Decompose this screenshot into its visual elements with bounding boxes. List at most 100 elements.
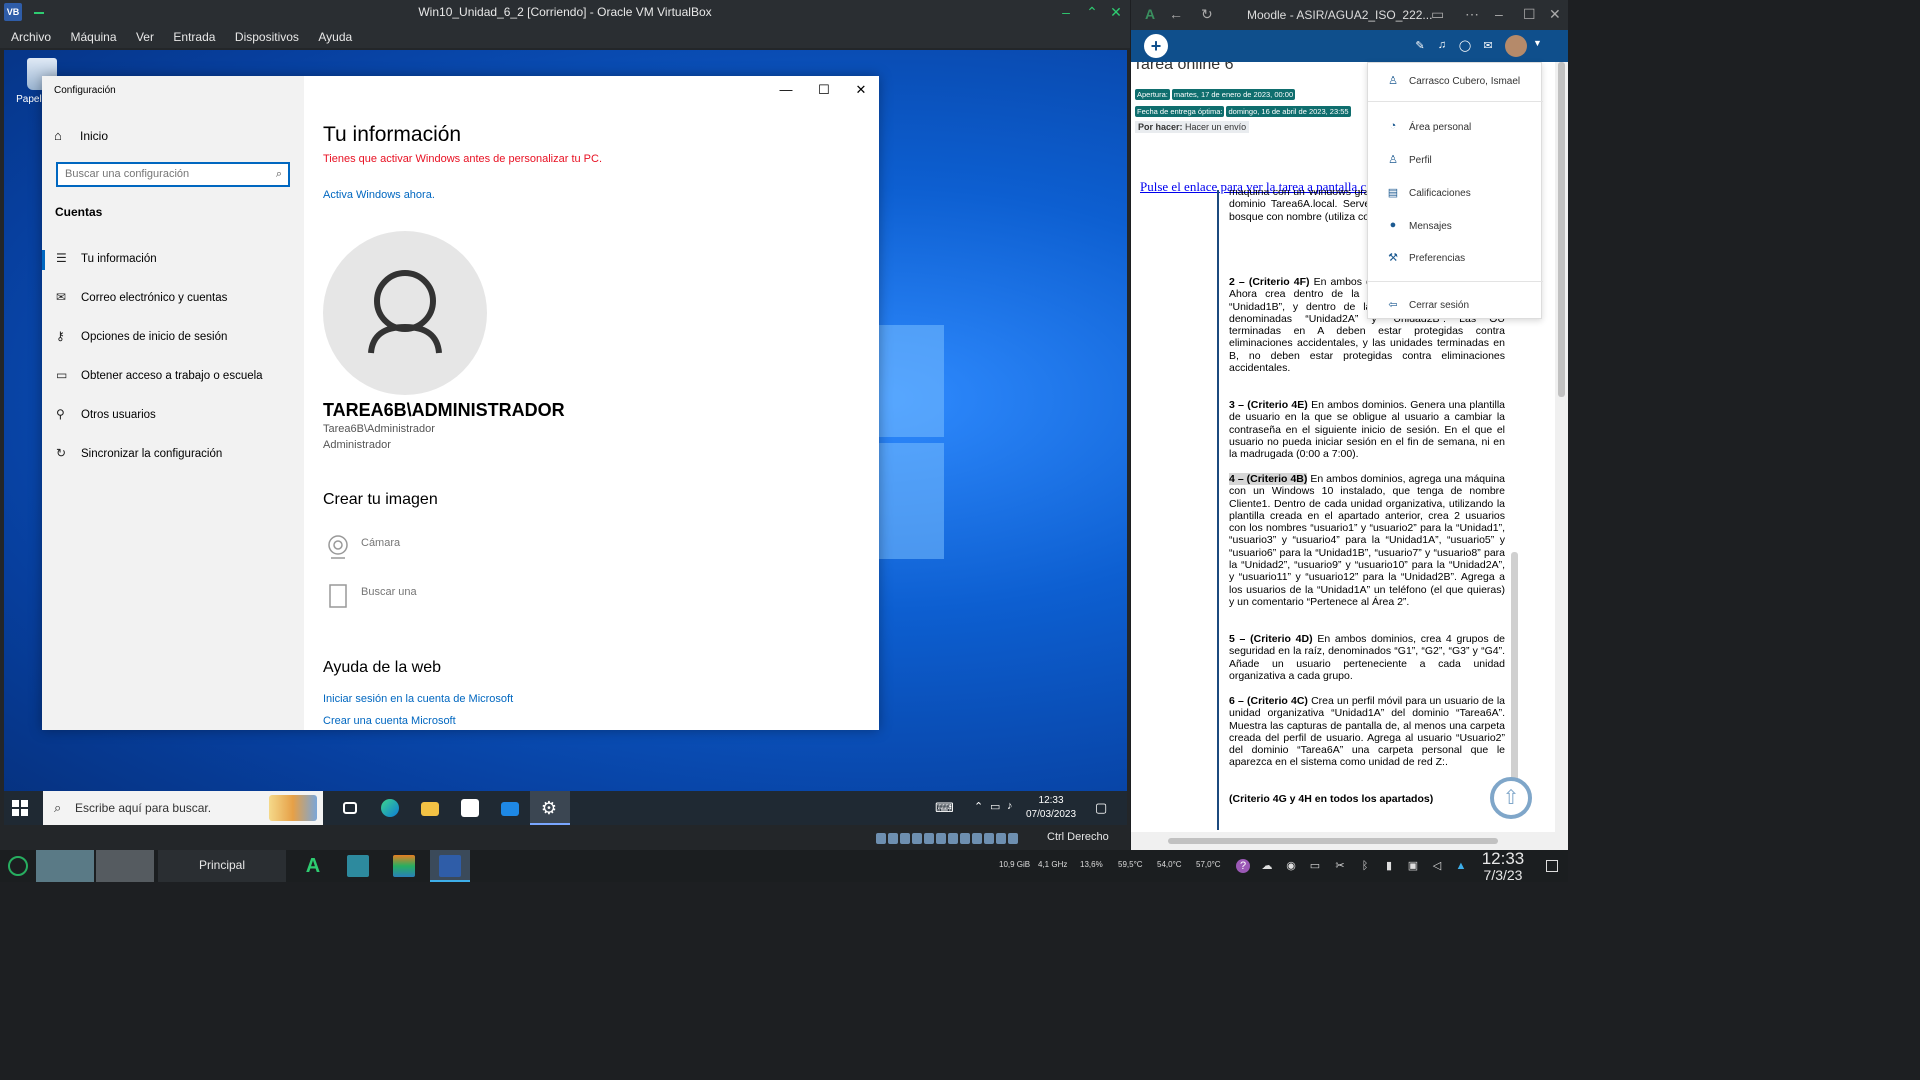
menu-ver[interactable]: Ver: [136, 26, 154, 44]
menu-maquina[interactable]: Máquina: [70, 26, 116, 44]
envelope-icon[interactable]: ✉: [1481, 39, 1495, 53]
activate-windows-link[interactable]: Activa Windows ahora.: [323, 189, 435, 201]
virtualbox-statusbar: Ctrl Derecho: [0, 825, 1130, 850]
create-image-heading: Crear tu imagen: [323, 491, 438, 508]
activation-warning: Tienes que activar Windows antes de pers…: [323, 153, 603, 165]
tab-icon[interactable]: ▭: [1431, 6, 1444, 23]
close-icon[interactable]: ✕: [1108, 4, 1124, 20]
notifications-icon[interactable]: ▢: [1095, 800, 1107, 816]
guest-clock[interactable]: 12:33 07/03/2023: [1026, 794, 1076, 822]
chevron-down-icon[interactable]: ▼: [1533, 38, 1542, 48]
nav-home-label: Inicio: [80, 129, 109, 143]
browser-titlebar[interactable]: A ← ↻ Moodle - ASIR/AGUA2_ISO_222... ▭ ⋯…: [1131, 0, 1568, 30]
add-icon[interactable]: +: [1144, 34, 1168, 58]
kdeconnect-icon[interactable]: ✂: [1333, 859, 1347, 873]
virtualbox-titlebar[interactable]: VB Win10_Unidad_6_2 [Corriendo] - Oracle…: [0, 0, 1130, 26]
menu-entrada[interactable]: Entrada: [173, 26, 215, 44]
task-window[interactable]: [338, 850, 378, 882]
nav-otros-usuarios[interactable]: ⚲ Otros usuarios: [42, 400, 304, 430]
nav-tu-informacion[interactable]: ☰ Tu información: [42, 244, 304, 274]
cloud-icon[interactable]: ☁: [1260, 859, 1274, 873]
minimize-icon[interactable]: –: [1495, 6, 1503, 22]
minimize-icon[interactable]: –: [1058, 4, 1074, 20]
nav-label: Opciones de inicio de sesión: [81, 331, 228, 343]
scrollbar-thumb[interactable]: [1558, 62, 1565, 397]
volume-icon[interactable]: ◁: [1430, 859, 1444, 873]
host-clock[interactable]: 12:33 7/3/23: [1468, 850, 1538, 883]
nav-home[interactable]: ⌂ Inicio: [54, 128, 108, 143]
keyboard-icon[interactable]: ⌨: [935, 800, 954, 816]
nav-correo[interactable]: ✉ Correo electrónico y cuentas: [42, 283, 304, 313]
close-icon[interactable]: ✕: [1549, 6, 1561, 23]
back-icon[interactable]: ←: [1169, 6, 1183, 22]
network-icon[interactable]: ▣: [1406, 859, 1420, 873]
task-virtualbox[interactable]: [430, 850, 470, 882]
app-launcher-icon[interactable]: [8, 856, 28, 876]
menu-preferencias[interactable]: ⚒ Preferencias: [1368, 244, 1543, 272]
nav-trabajo-escuela[interactable]: ▭ Obtener acceso a trabajo o escuela: [42, 361, 304, 391]
browse-option[interactable]: Buscar una: [361, 586, 417, 598]
store-button[interactable]: [450, 791, 490, 825]
menu-perfil[interactable]: ♙ Perfil: [1368, 146, 1543, 174]
maximize-icon[interactable]: ☐: [1523, 6, 1536, 23]
close-icon[interactable]: ✕: [851, 82, 871, 98]
nav-inicio-sesion[interactable]: ⚷ Opciones de inicio de sesión: [42, 322, 304, 352]
menu-ayuda[interactable]: Ayuda: [318, 26, 352, 44]
task-moodle-browser[interactable]: A: [293, 850, 333, 882]
minimize-icon[interactable]: —: [776, 82, 796, 98]
window-title: Win10_Unidad_6_2 [Corriendo] - Oracle VM…: [418, 5, 712, 19]
scrollbar-thumb[interactable]: [1168, 838, 1498, 844]
ms-signin-link[interactable]: Iniciar sesión en la cuenta de Microsoft: [323, 693, 513, 705]
settings-search-input[interactable]: Buscar una configuración ⌕: [56, 162, 290, 187]
edge-button[interactable]: [370, 791, 410, 825]
wrench-icon: ⚒: [1388, 252, 1398, 264]
menu-archivo[interactable]: Archivo: [11, 26, 51, 44]
explorer-button[interactable]: [410, 791, 450, 825]
todo-value: Hacer un envío: [1185, 122, 1247, 132]
network-icon[interactable]: ▭: [990, 800, 1000, 813]
taskbar-search-box[interactable]: ⌕ Escribe aquí para buscar.: [43, 791, 323, 825]
avatar[interactable]: [1505, 35, 1527, 57]
maximize-icon[interactable]: ☐: [814, 82, 834, 98]
color-picker-icon[interactable]: ◉: [1284, 859, 1298, 873]
chevron-up-icon[interactable]: ⌃: [974, 800, 983, 813]
help-icon[interactable]: ?: [1236, 859, 1250, 873]
reload-icon[interactable]: ↻: [1201, 6, 1213, 23]
activity-principal[interactable]: Principal: [158, 850, 286, 882]
scroll-to-top-button[interactable]: ⇧: [1490, 777, 1532, 819]
page-scrollbar[interactable]: [1555, 62, 1568, 832]
camera-option[interactable]: Cámara: [361, 537, 400, 549]
chat-icon[interactable]: ◯: [1458, 39, 1472, 53]
menu-dispositivos[interactable]: Dispositivos: [235, 26, 299, 44]
maximize-icon[interactable]: ⌃: [1084, 4, 1100, 20]
ms-create-link[interactable]: Crear una cuenta Microsoft: [323, 715, 456, 727]
menu-cerrar-sesion[interactable]: ⇦ Cerrar sesión: [1368, 291, 1543, 319]
bell-icon[interactable]: ♫: [1435, 39, 1449, 53]
menu-area-personal[interactable]: ◔ Área personal: [1368, 113, 1543, 141]
bluetooth-icon[interactable]: ᛒ: [1358, 859, 1372, 873]
task-view-button[interactable]: [330, 791, 370, 825]
desktop-pager-1[interactable]: [36, 850, 94, 882]
nav-label: Otros usuarios: [81, 409, 156, 421]
chevron-up-icon[interactable]: ▲: [1454, 859, 1468, 873]
show-desktop-icon[interactable]: [1546, 860, 1558, 872]
vm-device-icons[interactable]: [876, 831, 1036, 844]
settings-taskbar-button[interactable]: ⚙: [530, 791, 570, 825]
todo-status: Por hacer: Hacer un envío: [1135, 121, 1250, 133]
browser-window: A ← ↻ Moodle - ASIR/AGUA2_ISO_222... ▭ ⋯…: [1131, 0, 1568, 850]
menu-user-name[interactable]: ♙ Carrasco Cubero, Ismael: [1368, 67, 1543, 95]
task-title: Tarea online 6: [1133, 62, 1234, 73]
nav-sincronizar[interactable]: ↻ Sincronizar la configuración: [42, 439, 304, 469]
screen-icon[interactable]: ▭: [1308, 859, 1322, 873]
battery-icon[interactable]: ▮: [1382, 859, 1396, 873]
desktop-pager-2[interactable]: [96, 850, 154, 882]
horizontal-scrollbar[interactable]: [1131, 832, 1568, 850]
volume-icon[interactable]: ♪: [1007, 800, 1013, 812]
windows-start-icon[interactable]: [12, 800, 28, 816]
mail-button[interactable]: [490, 791, 530, 825]
menu-mensajes[interactable]: ● Mensajes: [1368, 212, 1543, 240]
more-icon[interactable]: ⋯: [1465, 6, 1479, 23]
pin-icon[interactable]: ✎: [1413, 39, 1427, 53]
menu-calificaciones[interactable]: ▤ Calificaciones: [1368, 179, 1543, 207]
task-layers[interactable]: [384, 850, 424, 882]
